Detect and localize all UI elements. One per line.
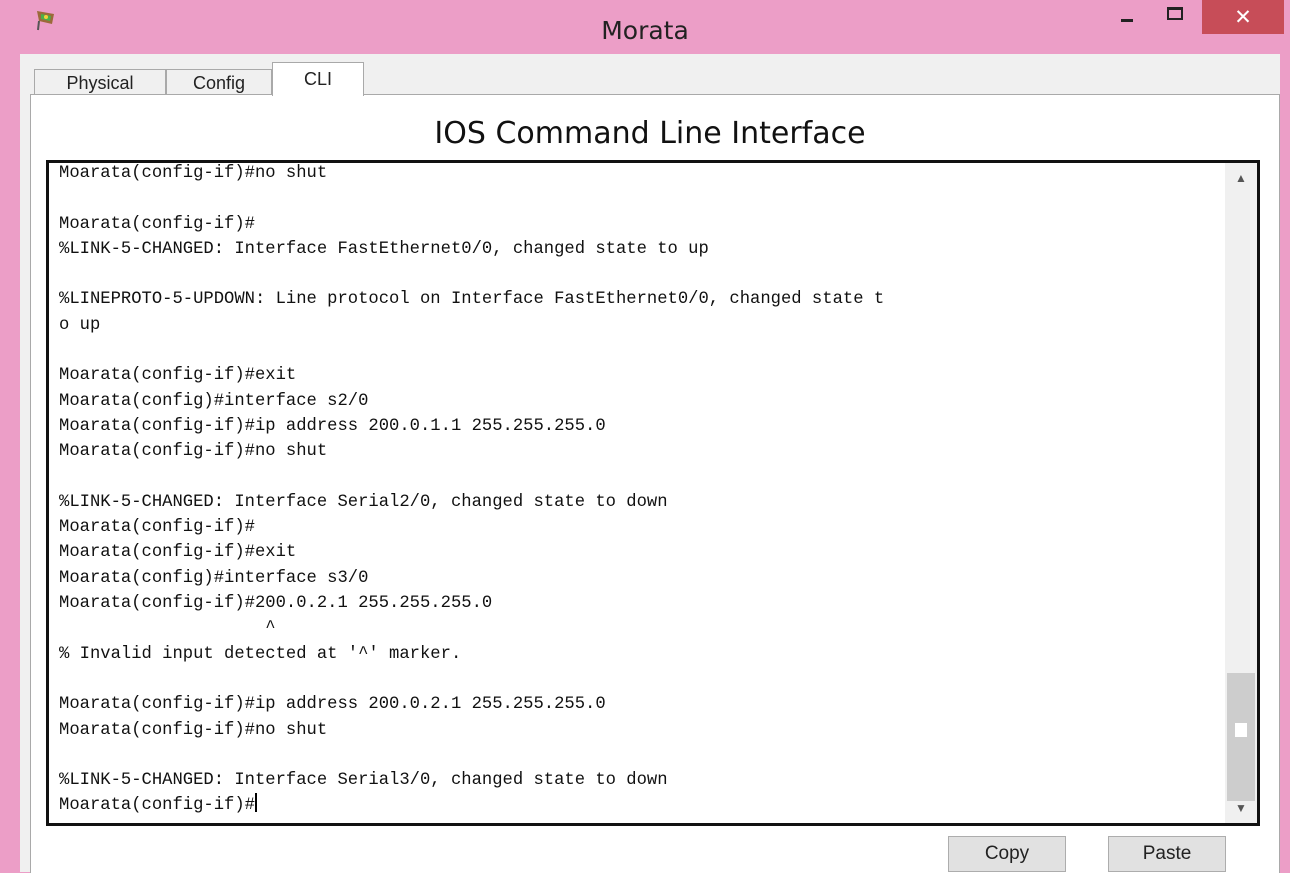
console-line: Moarata(config-if)# [59, 214, 255, 234]
scroll-thumb[interactable] [1227, 673, 1255, 801]
cli-console[interactable]: Moarata(config-if)#no shut Moarata(confi… [46, 160, 1260, 826]
copy-button[interactable]: Copy [948, 836, 1066, 872]
console-lines: Moarata(config-if)#no shut Moarata(confi… [59, 164, 884, 790]
title-bar: Morata ✕ [0, 0, 1290, 54]
console-line: o up [59, 315, 101, 335]
console-line: Moarata(config-if)# [59, 518, 255, 538]
cli-heading: IOS Command Line Interface [434, 116, 866, 151]
tab-cli[interactable]: CLI [272, 62, 364, 96]
console-line: %LINK-5-CHANGED: Interface Serial3/0, ch… [59, 771, 668, 791]
close-button[interactable]: ✕ [1202, 0, 1284, 34]
console-line: Moarata(config)#interface s3/0 [59, 568, 369, 588]
scroll-up-arrow-icon[interactable]: ▲ [1225, 167, 1257, 189]
close-icon: ✕ [1234, 5, 1252, 29]
console-line: Moarata(config-if)#200.0.2.1 255.255.255… [59, 594, 493, 614]
console-line: Moarata(config-if)#exit [59, 366, 297, 386]
maximize-button[interactable] [1152, 0, 1200, 34]
console-line: Moarata(config-if)#exit [59, 543, 297, 563]
console-line: Moarata(config-if)#ip address 200.0.1.1 … [59, 416, 606, 436]
text-cursor [254, 793, 257, 813]
tab-physical[interactable]: Physical [34, 69, 166, 96]
console-line: Moarata(config-if)#no shut [59, 720, 328, 740]
console-line: Moarata(config)#interface s2/0 [59, 391, 369, 411]
minimize-button[interactable] [1104, 0, 1150, 34]
console-prompt: Moarata(config-if)# [59, 796, 255, 816]
console-line: %LINEPROTO-5-UPDOWN: Line protocol on In… [59, 290, 885, 310]
console-line: Moarata(config-if)#ip address 200.0.2.1 … [59, 695, 606, 715]
vertical-scrollbar[interactable]: ▲ ▼ [1225, 163, 1257, 823]
tab-config[interactable]: Config [166, 69, 272, 96]
console-line: Moarata(config-if)#no shut [59, 442, 328, 462]
window-title: Morata [601, 16, 689, 45]
window-client-area: Physical Config CLI IOS Command Line Int… [20, 54, 1280, 873]
scroll-grip [1235, 723, 1247, 737]
console-output: Moarata(config-if)#no shut Moarata(confi… [59, 163, 1209, 819]
console-line: Moarata(config-if)#no shut [59, 164, 328, 183]
console-line: %LINK-5-CHANGED: Interface FastEthernet0… [59, 239, 709, 259]
console-line: % Invalid input detected at '^' marker. [59, 644, 462, 664]
console-line: ^ [265, 619, 276, 639]
console-line: %LINK-5-CHANGED: Interface Serial2/0, ch… [59, 492, 668, 512]
scroll-down-arrow-icon[interactable]: ▼ [1225, 797, 1257, 819]
paste-button[interactable]: Paste [1108, 836, 1226, 872]
